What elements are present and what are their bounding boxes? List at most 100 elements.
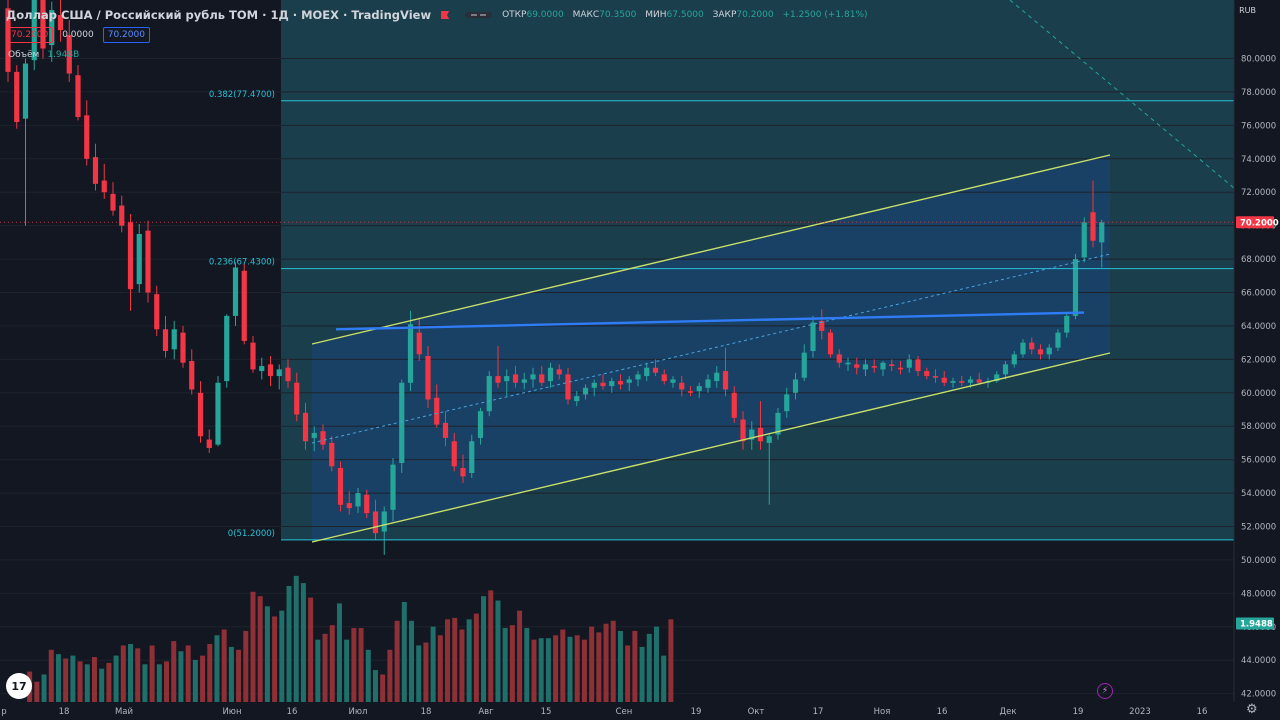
candle (372, 511, 379, 534)
candle (241, 270, 247, 341)
candlestick-chart[interactable]: 0.382(77.4700) 0.236(67.4300) 0(51.2000) 4… (0, 0, 1280, 720)
volume-bar (409, 620, 415, 702)
candle (635, 374, 641, 380)
candle (285, 367, 291, 382)
candle (504, 376, 510, 382)
candle (92, 157, 99, 184)
volume-bar (84, 664, 90, 702)
time-tick-label: 16 (287, 707, 298, 717)
volume-bar (437, 635, 443, 702)
candle (224, 315, 230, 382)
volume-bar (481, 596, 487, 702)
volume-bar (41, 674, 47, 702)
price-tick-label: 52.0000 (1241, 523, 1276, 533)
volume-bar (336, 603, 342, 702)
volume-bar (156, 664, 162, 702)
volume-bar (509, 625, 515, 702)
candle (460, 468, 466, 477)
volume-bar (639, 646, 645, 702)
volume-bar (214, 635, 220, 702)
time-axis (0, 702, 1280, 720)
chart-header: Доллар США / Российский рубль TOM · 1Д ·… (6, 8, 874, 22)
volume-bars (27, 575, 674, 702)
candle (792, 379, 799, 393)
tradingview-logo-icon[interactable]: 17 (6, 673, 32, 699)
candle (696, 386, 702, 392)
time-tick-label: Окт (748, 707, 765, 717)
volume-bar (286, 586, 292, 702)
candle (127, 222, 134, 290)
candle (600, 382, 606, 387)
volume-bar (344, 639, 350, 702)
close-value: 70.2000 (736, 10, 774, 20)
volume-bar (264, 606, 270, 702)
time-tick-label: Сен (616, 707, 633, 717)
volume-bar (473, 613, 479, 702)
volume-bar (668, 619, 674, 702)
volume-bar (236, 649, 242, 702)
volume-bar (171, 641, 177, 702)
volume-bar (372, 670, 378, 702)
candle (259, 366, 265, 372)
time-tick-label: 19 (691, 707, 702, 717)
lightning-icon[interactable]: ⚡ (1097, 683, 1113, 699)
time-tick-label: 17 (813, 707, 824, 717)
volume-bar (128, 644, 134, 702)
candle (311, 432, 317, 438)
time-tick-label: Июн (222, 707, 241, 717)
volume-bar (315, 639, 321, 702)
candle (442, 422, 449, 438)
candle (932, 376, 939, 378)
candle (407, 324, 414, 383)
candle (267, 364, 274, 377)
candle (670, 379, 676, 383)
symbol-title[interactable]: Доллар США / Российский рубль TOM · 1Д ·… (6, 8, 431, 22)
candle (547, 367, 554, 382)
candle (652, 367, 659, 373)
volume-bar (646, 633, 652, 702)
flag-icon[interactable] (441, 11, 450, 19)
candle (1090, 212, 1096, 241)
settings-icon[interactable]: ⚙ (1246, 702, 1258, 717)
candle (276, 369, 282, 377)
time-tick-label: 19 (1073, 707, 1084, 717)
price-tick-label: 72.0000 (1241, 188, 1276, 198)
candle (399, 382, 405, 463)
time-tick-label: Дек (999, 707, 1016, 717)
candle (477, 411, 484, 438)
candle (889, 364, 895, 367)
candle (250, 342, 256, 370)
bid-value-box[interactable]: 70.2000 (6, 27, 54, 43)
volume-bar (55, 654, 61, 702)
time-tick-label: Ноя (874, 707, 891, 717)
candle (1081, 222, 1087, 258)
price-tick-label: 54.0000 (1241, 489, 1276, 499)
candle (486, 376, 492, 412)
volume-bar (581, 639, 587, 702)
volume-bar (250, 591, 256, 702)
price-tick-label: 74.0000 (1241, 155, 1276, 165)
change-value: +1.2500 (+1.81%) (782, 10, 868, 20)
minimize-icon[interactable] (465, 12, 493, 18)
candle (740, 419, 746, 442)
candle (1011, 354, 1017, 365)
candle (22, 63, 29, 119)
volume-bar (164, 661, 170, 702)
candle (906, 359, 912, 368)
candle (154, 294, 160, 330)
currency-label[interactable]: RUB (1239, 6, 1256, 15)
price-tick-label: 48.0000 (1241, 589, 1276, 599)
volume-bar (142, 664, 148, 702)
volume-bar (77, 661, 83, 702)
price-tick-label: 44.0000 (1241, 656, 1276, 666)
candle (801, 352, 807, 378)
candle (687, 391, 694, 393)
candle (574, 396, 580, 402)
volume-value: 1.948B (47, 50, 80, 60)
ask-value-box[interactable]: 70.2000 (102, 27, 150, 43)
time-tick-label: 18 (59, 707, 70, 717)
volume-bar (257, 596, 263, 702)
candle (766, 436, 772, 443)
candle (495, 376, 501, 383)
candle (302, 412, 309, 442)
